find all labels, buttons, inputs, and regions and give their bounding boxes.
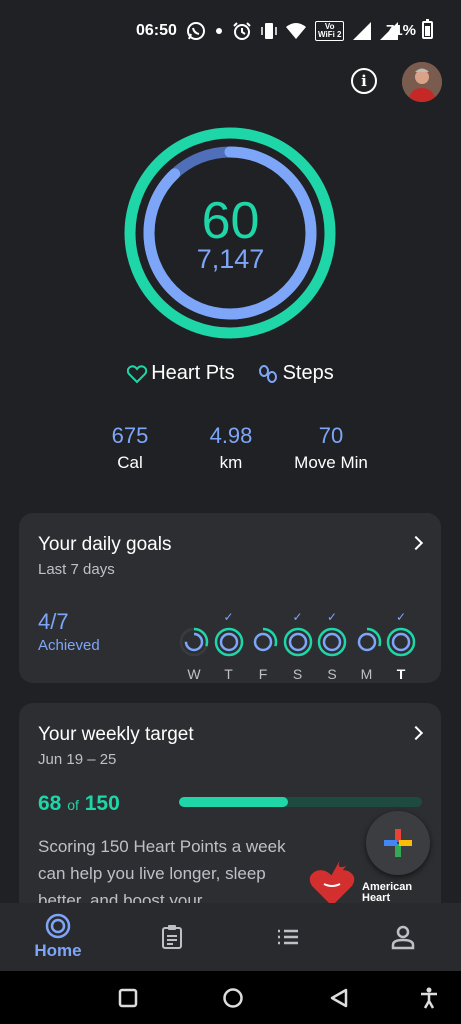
legend-heart: Heart Pts <box>127 362 235 385</box>
stat-value: 70 <box>318 423 344 448</box>
heart-icon <box>127 364 148 383</box>
target-goal: 150 <box>84 792 120 815</box>
check-icon <box>248 611 278 623</box>
avatar[interactable] <box>402 62 442 102</box>
daily-goals-subtitle: Last 7 days <box>38 561 115 578</box>
vowifi-badge: Vo WiFi 2 <box>315 21 345 41</box>
day-goal: ✓ T <box>386 611 416 682</box>
check-icon <box>179 611 209 623</box>
day-label: S <box>327 666 337 682</box>
vibrate-icon <box>261 23 277 39</box>
day-ring-icon <box>248 627 278 657</box>
weekly-progress-fill <box>179 797 289 807</box>
stats-row: 675 Cal 4.98 km 70 Move Min <box>0 423 461 473</box>
journal-icon <box>162 925 182 949</box>
home-icon[interactable] <box>222 987 244 1009</box>
chevron-right-icon[interactable] <box>408 535 424 551</box>
check-icon: ✓ <box>223 610 234 624</box>
day-ring-icon <box>214 627 243 657</box>
day-goal: ✓ T <box>214 611 244 682</box>
legend-heart-label: Heart Pts <box>151 362 235 384</box>
target-of: of <box>67 797 79 813</box>
weekly-target-title: Your weekly target <box>38 724 194 745</box>
weekly-target-description: Scoring 150 Heart Points a week can help… <box>38 837 286 910</box>
status-time: 06:50 <box>136 22 177 39</box>
signal-icon <box>353 22 372 40</box>
day-label: W <box>187 666 201 682</box>
day-label: S <box>292 666 303 682</box>
day-goal: F <box>248 611 278 682</box>
legend-steps: Steps <box>257 362 334 385</box>
system-nav-bar <box>0 971 461 1024</box>
day-label: F <box>258 666 268 682</box>
achieved-count: 4/7 <box>38 609 69 634</box>
day-ring-icon <box>179 627 209 657</box>
ring-legend: Heart Pts Steps <box>0 362 461 385</box>
day-ring-icon <box>352 627 381 657</box>
day-ring-icon <box>317 627 347 657</box>
day-goal: W <box>179 611 209 682</box>
daily-goals-title: Your daily goals <box>38 534 172 555</box>
whatsapp-icon <box>187 22 205 40</box>
nav-profile[interactable] <box>373 903 433 971</box>
legend-steps-label: Steps <box>282 362 334 384</box>
heart-points-value: 60 <box>201 192 260 250</box>
weekly-progress-bar <box>179 797 422 807</box>
browse-list-icon <box>278 929 298 945</box>
status-bar: 06:50 Vo WiFi 2 71% <box>0 0 461 62</box>
day-label: T <box>224 666 233 682</box>
stat-move-min: 70 Move Min <box>271 423 391 473</box>
daily-goals-card[interactable]: Your daily goals Last 7 days 4/7 Achieve… <box>19 513 441 683</box>
nav-home[interactable]: Home <box>18 903 98 971</box>
weekly-target-value: 68 of 150 <box>38 792 120 816</box>
chevron-right-icon[interactable] <box>408 725 424 741</box>
status-icons: Vo WiFi 2 <box>186 20 399 42</box>
bottom-nav: Home <box>0 903 461 971</box>
steps-value: 7,147 <box>196 244 265 274</box>
battery-percent: 71% <box>386 22 417 39</box>
wifi-icon <box>286 23 306 39</box>
nav-browse[interactable] <box>258 903 318 971</box>
plus-icon <box>384 829 412 857</box>
dot-icon <box>216 28 222 34</box>
day-ring-icon <box>386 627 416 657</box>
day-goal: ✓ S <box>283 611 313 682</box>
day-label: M <box>360 666 373 682</box>
recents-icon[interactable] <box>118 988 138 1008</box>
info-icon[interactable]: i <box>351 68 377 94</box>
day-goal: M <box>352 611 382 682</box>
day-ring-icon <box>283 627 312 657</box>
steps-icon <box>258 364 277 383</box>
check-icon <box>352 611 382 623</box>
check-icon: ✓ <box>292 610 303 624</box>
achieved-label: Achieved <box>38 637 100 654</box>
partner-name: American Heart <box>362 882 412 904</box>
home-rings-icon <box>45 913 71 939</box>
vowifi-line2: WiFi 2 <box>318 30 342 39</box>
nav-journal[interactable] <box>142 903 202 971</box>
day-label: T <box>396 666 406 682</box>
profile-icon <box>391 925 415 950</box>
target-current: 68 <box>38 792 62 815</box>
alarm-icon <box>233 22 251 40</box>
accessibility-icon[interactable] <box>420 987 438 1009</box>
battery-icon <box>422 19 433 39</box>
add-fab-button[interactable] <box>366 811 430 875</box>
check-icon: ✓ <box>326 610 338 624</box>
weekly-target-date: Jun 19 – 25 <box>38 751 117 768</box>
back-icon[interactable] <box>328 987 350 1009</box>
stat-label: Move Min <box>294 453 368 472</box>
day-goal: ✓ S <box>317 611 347 682</box>
check-icon: ✓ <box>395 610 407 624</box>
nav-home-label: Home <box>34 941 82 960</box>
